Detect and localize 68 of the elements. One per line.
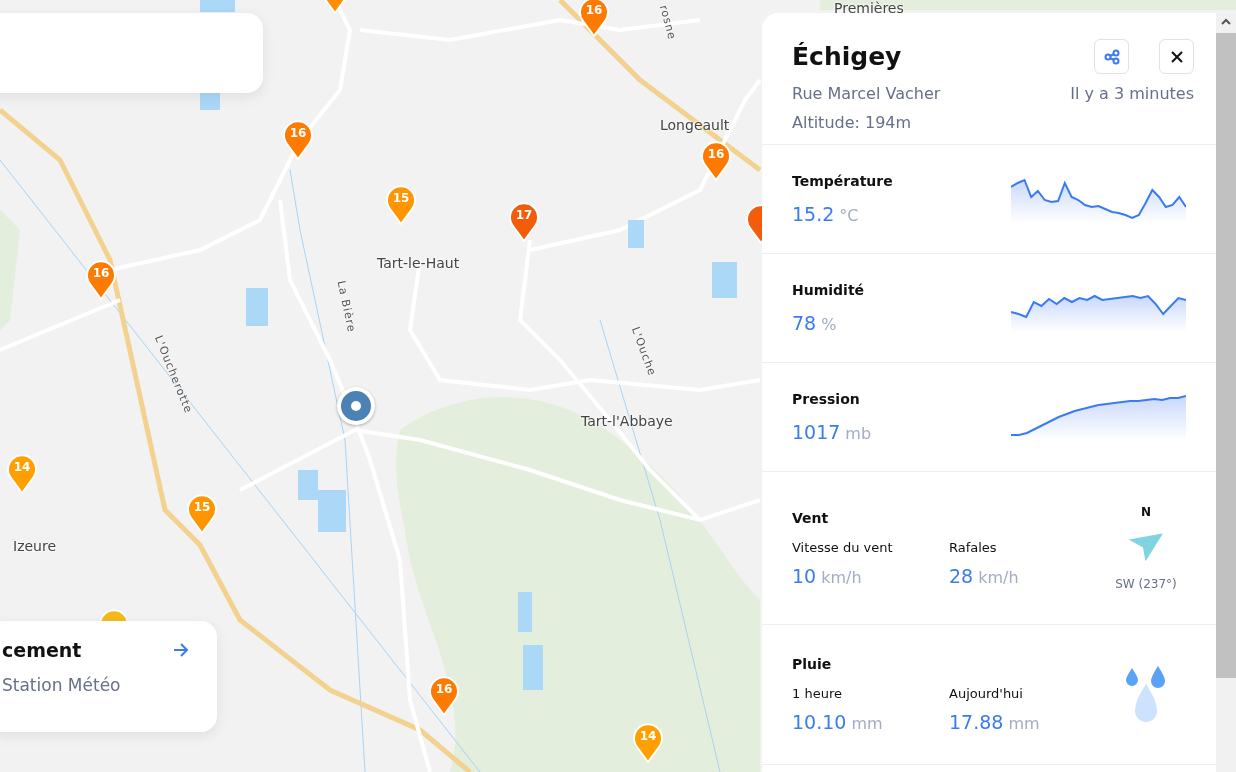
map-pin[interactable] [282,119,314,161]
close-button[interactable] [1159,39,1194,74]
altitude-text: Altitude: 194m [792,113,913,132]
pond [523,645,543,690]
section-title: Pression [792,391,861,407]
pin-value: 14 [12,460,32,474]
wind-direction: SW (237°) [1115,577,1177,591]
card-title: cement [2,639,82,661]
value-text: 1017 mb [792,421,872,443]
pin-value: 14 [638,729,658,743]
map-pin[interactable] [632,722,664,764]
arrow-right-icon [173,643,189,657]
map-pin[interactable] [6,453,38,495]
pond [628,220,644,248]
map-pin[interactable] [85,259,117,301]
map-pin[interactable] [98,608,130,622]
section-title: Humidité [792,282,865,298]
map-pin[interactable] [428,675,460,717]
value-text: 15.2 °C [792,203,860,225]
pond [298,470,346,532]
section-title: Vent [792,509,830,526]
pond [246,288,268,326]
town-label: Tart-le-Haut [377,255,460,271]
scroll-up-icon[interactable] [1220,17,1232,27]
pin-value: 16 [288,126,308,140]
map-pin[interactable] [745,203,762,245]
metric-label: Rafales [949,539,998,555]
town-label: Tart-l'Abbaye [581,413,673,429]
pin-value: 16 [706,147,726,161]
metric-label: Vitesse du vent [792,539,894,555]
metric-label: 1 heure [792,686,843,701]
map-pin[interactable] [508,201,540,243]
street-text: Rue Marcel Vacher [792,84,941,103]
map-pin[interactable] [385,184,417,226]
value-text: 17.88 mm [949,711,1041,733]
value-text: 10 km/h [792,564,863,587]
pin-value: 16 [91,266,111,280]
value-text: 78 % [792,312,838,334]
link-card[interactable]: cement Station Météo [0,621,217,732]
map-pin[interactable] [186,493,218,535]
north-label: N [1140,505,1151,519]
updated-time: Il y a 3 minutes [1070,84,1194,103]
river-label: La Bière [334,279,359,334]
pond [518,592,532,632]
location-marker[interactable] [337,387,375,425]
pond [200,0,235,12]
section-title: Température [792,173,893,189]
pin-value: 15 [192,500,212,514]
share-icon [1103,48,1120,65]
value-text: 10.10 mm [792,711,884,733]
station-name: Échigey [792,42,902,71]
map-pin[interactable] [700,140,732,182]
pin-value: 16 [584,3,604,17]
river-label: rosne [656,3,679,42]
pin-value: 17 [514,208,534,222]
pin-value: 15 [391,191,411,205]
value-text: 28 km/h [949,564,1020,587]
town-label: Izeure [13,538,57,554]
close-icon [1169,49,1184,64]
scrollbar-thumb[interactable] [1216,33,1236,678]
metric-label: Aujourd'hui [949,686,1024,701]
town-label: Premières [834,0,904,16]
pond [712,262,737,298]
card-subtitle: Station Météo [2,675,121,695]
section-title: Pluie [792,656,833,672]
pin-value: 16 [434,682,454,696]
map-pin[interactable] [578,0,610,38]
share-button[interactable] [1094,39,1129,74]
